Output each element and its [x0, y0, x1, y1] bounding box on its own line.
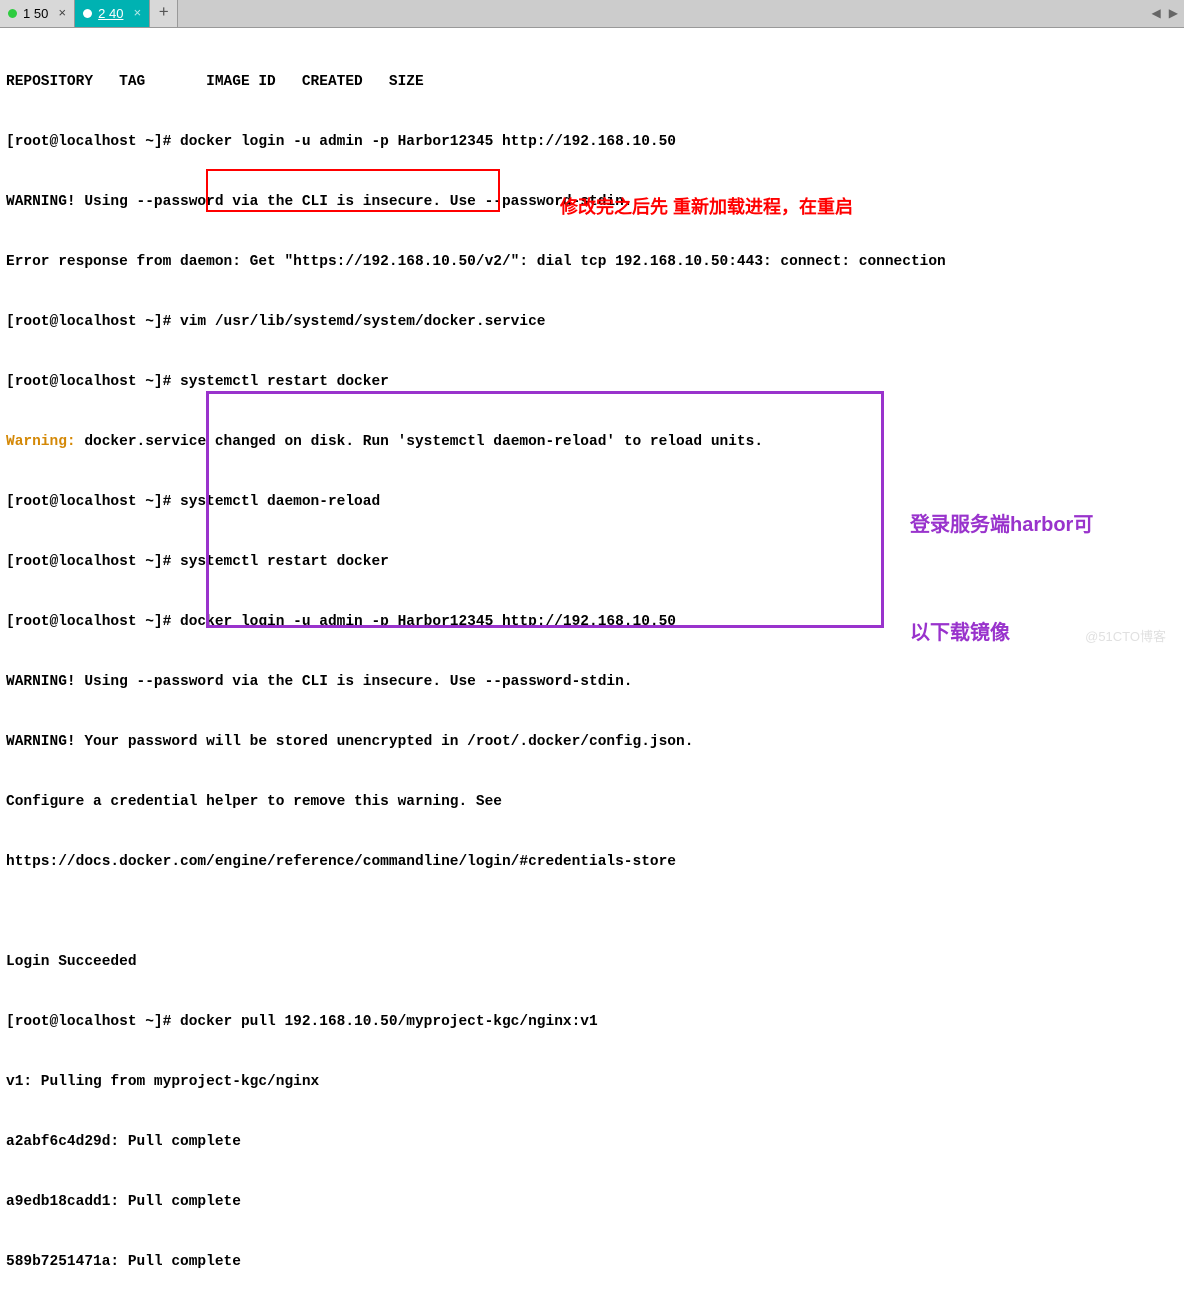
terminal-line: [root@localhost ~]# docker login -u admi… — [6, 132, 1178, 152]
nav-left-icon[interactable]: ◀ — [1152, 6, 1161, 21]
terminal-line: [root@localhost ~]# systemctl restart do… — [6, 372, 1178, 392]
status-dot-icon — [83, 9, 92, 18]
tab-spacer — [178, 0, 1145, 27]
terminal-line: Configure a credential helper to remove … — [6, 792, 1178, 812]
terminal-line: REPOSITORY TAG IMAGE ID CREATED SIZE — [6, 72, 1178, 92]
terminal-line: [root@localhost ~]# docker pull 192.168.… — [6, 1012, 1178, 1032]
terminal-line: [root@localhost ~]# vim /usr/lib/systemd… — [6, 312, 1178, 332]
tab-1[interactable]: 1 50 × — [0, 0, 75, 27]
close-icon[interactable]: × — [133, 6, 141, 21]
plus-icon: + — [159, 4, 169, 23]
terminal-output[interactable]: REPOSITORY TAG IMAGE ID CREATED SIZE [ro… — [0, 28, 1184, 1306]
watermark: @51CTO博客 — [1085, 626, 1166, 645]
tab-label: 1 50 — [23, 6, 48, 21]
tab-nav: ◀ ▶ — [1146, 0, 1184, 27]
close-icon[interactable]: × — [58, 6, 66, 21]
terminal-line: 589b7251471a: Pull complete — [6, 1252, 1178, 1272]
terminal-line: Error response from daemon: Get "https:/… — [6, 252, 1178, 272]
nav-right-icon[interactable]: ▶ — [1169, 6, 1178, 21]
warning-rest: docker.service changed on disk. Run 'sys… — [76, 434, 763, 450]
annotation-text-purple: 登录服务端harbor可 以下载镜像 — [910, 435, 1093, 723]
tab-2[interactable]: 2 40 × — [75, 0, 150, 27]
terminal-line: a2abf6c4d29d: Pull complete — [6, 1132, 1178, 1152]
terminal-line: a9edb18cadd1: Pull complete — [6, 1192, 1178, 1212]
terminal-line: WARNING! Your password will be stored un… — [6, 732, 1178, 752]
terminal-line: Login Succeeded — [6, 952, 1178, 972]
warning-prefix: Warning: — [6, 434, 76, 450]
status-dot-icon — [8, 9, 17, 18]
tab-label: 2 40 — [98, 6, 123, 21]
terminal-line: https://docs.docker.com/engine/reference… — [6, 852, 1178, 872]
new-tab-button[interactable]: + — [150, 0, 178, 27]
annotation-text-red: 修改完之后先 重新加载进程，在重启 — [540, 177, 853, 237]
tab-bar: 1 50 × 2 40 × + ◀ ▶ — [0, 0, 1184, 28]
terminal-line: v1: Pulling from myproject-kgc/nginx — [6, 1072, 1178, 1092]
